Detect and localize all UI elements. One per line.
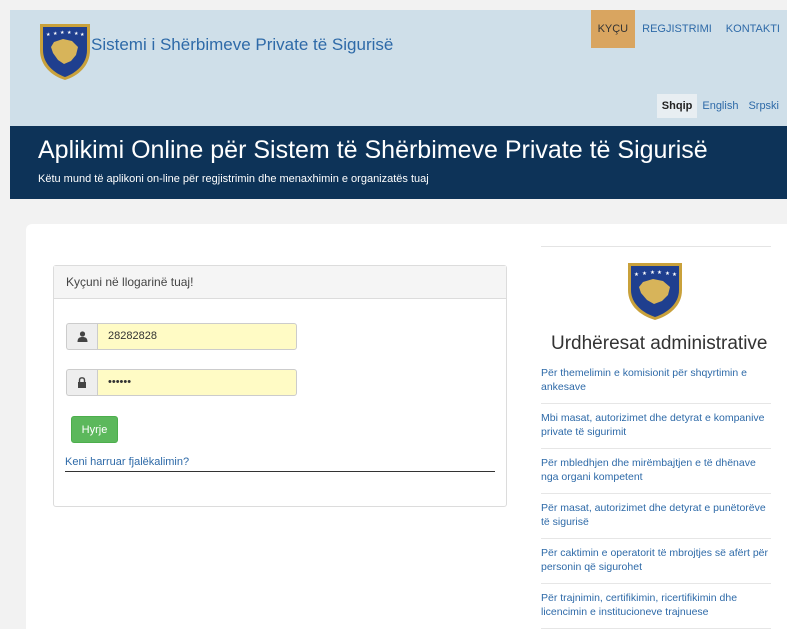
username-group: 28282828 — [66, 323, 297, 350]
svg-text:★: ★ — [665, 271, 670, 277]
page-title: Aplikimi Online për Sistem të Shërbimeve… — [38, 136, 708, 164]
user-icon — [66, 323, 97, 350]
page-banner: Aplikimi Online për Sistem të Shërbimeve… — [10, 126, 787, 199]
directive-link[interactable]: Për caktimin e operatorit të mbrojtjes s… — [541, 539, 771, 584]
kosovo-emblem-logo[interactable]: ★ ★ ★ ★ ★ ★ — [36, 20, 94, 82]
lock-icon — [66, 369, 97, 396]
login-heading: Kyçuni në llogarinë tuaj! — [54, 266, 506, 299]
directive-link[interactable]: Për trajnimin, certifikimin, ricertifiki… — [541, 584, 771, 629]
directives-list: Për themelimin e komisionit për shqyrtim… — [541, 360, 771, 629]
svg-text:★: ★ — [67, 30, 72, 36]
language-switcher: Shqip English Srpski — [656, 94, 784, 118]
svg-text:★: ★ — [53, 31, 58, 37]
sidebar-title: Urdhëresat administrative — [551, 333, 768, 354]
nav-login[interactable]: KYÇU — [590, 10, 636, 48]
login-panel: Kyçuni në llogarinë tuaj! 28282828 •••••… — [53, 265, 507, 507]
top-navigation: KYÇU REGJISTRIMI KONTAKTI — [590, 10, 787, 48]
content-card: Kyçuni në llogarinë tuaj! 28282828 •••••… — [26, 224, 787, 629]
page-subtitle: Këtu mund të aplikoni on-line për regjis… — [38, 173, 429, 185]
nav-contact[interactable]: KONTAKTI — [719, 10, 787, 48]
lang-srpski[interactable]: Srpski — [743, 94, 784, 118]
forgot-password-link[interactable]: Keni harruar fjalëkalimin? — [65, 456, 495, 472]
directive-link[interactable]: Për masat, autorizimet dhe detyrat e pun… — [541, 494, 771, 539]
svg-text:★: ★ — [60, 30, 65, 36]
svg-text:★: ★ — [657, 270, 662, 276]
svg-text:★: ★ — [634, 272, 639, 278]
site-header: ★ ★ ★ ★ ★ ★ Sistemi i Shërbimeve Private të … — [10, 10, 787, 126]
lang-english[interactable]: English — [697, 94, 743, 118]
kosovo-emblem-icon: ★ ★ ★ ★ ★ ★ — [628, 263, 682, 320]
svg-text:★: ★ — [650, 270, 655, 276]
directive-link[interactable]: Për themelimin e komisionit për shqyrtim… — [541, 360, 771, 404]
nav-registration[interactable]: REGJISTRIMI — [635, 10, 719, 48]
password-group: •••••• — [66, 369, 297, 396]
site-title[interactable]: Sistemi i Shërbimeve Private të Sigurisë — [91, 35, 393, 55]
svg-text:★: ★ — [46, 32, 51, 38]
password-input[interactable]: •••••• — [97, 369, 297, 396]
svg-text:★: ★ — [80, 32, 85, 38]
svg-text:★: ★ — [74, 31, 79, 37]
login-button[interactable]: Hyrje — [71, 416, 118, 443]
directive-link[interactable]: Për mbledhjen dhe mirëmbajtjen e të dhën… — [541, 449, 771, 494]
directive-link[interactable]: Mbi masat, autorizimet dhe detyrat e kom… — [541, 404, 771, 449]
lang-shqip[interactable]: Shqip — [656, 94, 698, 118]
svg-text:★: ★ — [642, 271, 647, 277]
username-input[interactable]: 28282828 — [97, 323, 297, 350]
svg-text:★: ★ — [672, 272, 677, 278]
sidebar: ★ ★ ★ ★ ★ ★ Urdhëresat administrative Për th… — [541, 246, 771, 629]
